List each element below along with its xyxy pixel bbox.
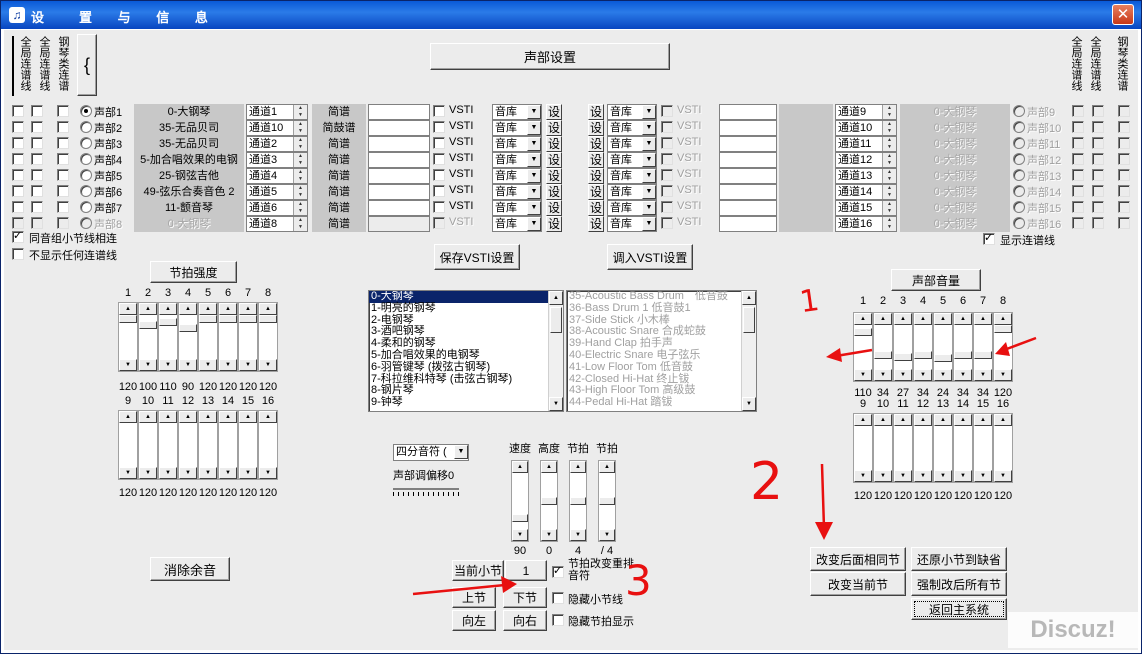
annotation-arrows: [412, 336, 1037, 596]
watermark: Discuz!: [1008, 612, 1138, 648]
settings-panel: 全局连谱线 全局连谱线 钢琴类连谱 { 全局连谱线 全局连谱线 钢琴类连谱 声部…: [0, 0, 1142, 654]
